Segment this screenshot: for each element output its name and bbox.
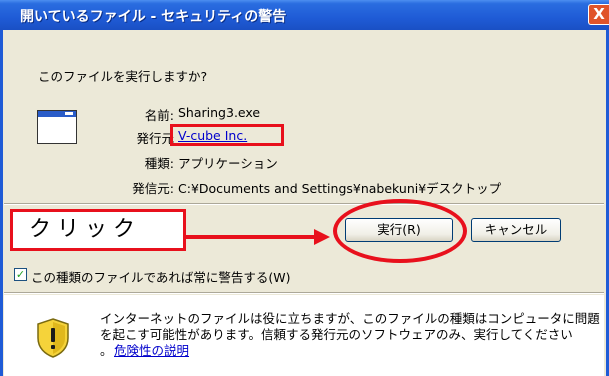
title-bar[interactable]: 開いているファイル - セキュリティの警告 X [0, 0, 609, 30]
file-name: Sharing3.exe [178, 105, 261, 120]
warning-shield-icon [37, 318, 69, 358]
check-icon: ✓ [15, 268, 26, 281]
file-source: C:¥Documents and Settings¥nabekuni¥デスクトッ… [178, 181, 502, 196]
window-title: 開いているファイル - セキュリティの警告 [20, 9, 287, 25]
annotation-arrow-line [186, 235, 314, 239]
always-warn-label[interactable]: この種類のファイルであれば常に警告する(W) [31, 267, 291, 286]
window-frame-left [0, 30, 3, 376]
run-button-highlight-ring [333, 199, 467, 263]
close-button[interactable]: X [588, 4, 609, 25]
run-question: このファイルを実行しますか? [38, 69, 208, 84]
click-annotation-label: クリック [10, 209, 186, 251]
cancel-button[interactable]: キャンセル [471, 218, 561, 242]
application-window-icon [37, 110, 77, 144]
divider [4, 203, 604, 205]
annotation-arrow-icon [314, 229, 330, 245]
file-type: アプリケーション [178, 156, 278, 171]
publisher-label: 発行元 [136, 131, 174, 146]
type-label: 種類: [144, 156, 174, 171]
warning-text-line2: を起こす可能性があります。信頼する発行元のソフトウェアのみ、実行してください [100, 327, 573, 342]
name-label: 名前: [144, 108, 174, 123]
divider [4, 292, 604, 294]
warning-bullet: 。 [100, 343, 113, 358]
source-label: 発信元: [132, 181, 174, 196]
warning-text-line1: インターネットのファイルは役に立ちますが、このファイルの種類はコンピュータに問題 [100, 311, 600, 326]
publisher-highlight-box [170, 124, 284, 146]
always-warn-checkbox[interactable]: ✓ [14, 268, 27, 281]
close-icon: X [593, 5, 605, 23]
risk-explanation-link[interactable]: 危険性の説明 [114, 343, 189, 359]
